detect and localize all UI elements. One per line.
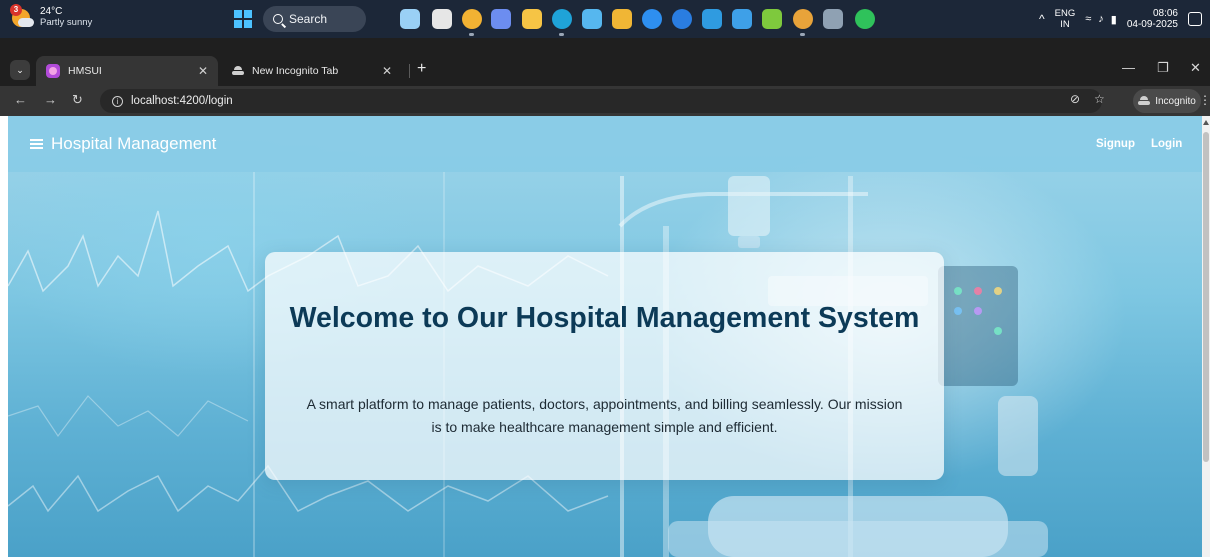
hmsui-favicon-icon [46, 64, 60, 78]
close-icon[interactable]: ✕ [198, 64, 208, 78]
hero-title: Welcome to Our Hospital Management Syste… [289, 302, 920, 334]
incognito-icon [232, 66, 244, 76]
tab-label: New Incognito Tab [252, 65, 339, 77]
app-navbar: Hospital Management Signup Login [8, 116, 1202, 172]
minimize-icon[interactable]: — [1122, 60, 1135, 75]
hamburger-menu-icon[interactable] [30, 139, 43, 149]
wifi-icon: ≈ [1085, 12, 1092, 25]
terminal-app-icon[interactable] [582, 9, 602, 29]
hero-description: A smart platform to manage patients, doc… [306, 396, 903, 435]
search-icon [273, 14, 283, 24]
running-indicator [559, 33, 564, 36]
edge-icon[interactable] [552, 9, 572, 29]
taskbar-search[interactable]: Search [263, 6, 366, 32]
weather-badge: 3 [10, 4, 22, 16]
chrome-v-icon[interactable] [793, 9, 813, 29]
weather-temperature: 24°C [40, 6, 63, 17]
language-code: ENG [1054, 8, 1076, 19]
tab-search-icon[interactable]: ⌄ [10, 60, 30, 80]
restore-icon[interactable]: ❐ [1157, 60, 1169, 76]
window-close-icon[interactable]: ✕ [1190, 60, 1201, 76]
page-viewport: Hospital Management Signup Login Welcome… [8, 116, 1202, 557]
whatsapp-icon[interactable] [855, 9, 875, 29]
brand-title[interactable]: Hospital Management [51, 134, 216, 154]
vscode-icon[interactable] [702, 9, 722, 29]
welcome-card: Welcome to Our Hospital Management Syste… [265, 252, 944, 480]
site-info-icon[interactable]: i [112, 95, 123, 107]
close-icon[interactable]: ✕ [382, 64, 392, 78]
scrollbar-thumb[interactable] [1203, 132, 1209, 462]
task-view-icon[interactable] [432, 9, 452, 29]
tab-separator [409, 64, 410, 78]
running-indicator [469, 33, 474, 36]
browser-toolbar: ← → ↻ i localhost:4200/login ⊘ ☆ Incogni… [0, 86, 1210, 116]
new-tab-button[interactable]: + [417, 60, 426, 78]
file-explorer-icon[interactable] [522, 9, 542, 29]
help-icon[interactable] [642, 9, 662, 29]
incognito-label: Incognito [1155, 95, 1196, 107]
tab-hmsui[interactable]: HMSUI ✕ [36, 56, 218, 86]
forward-icon[interactable]: → [44, 92, 57, 107]
tab-label: HMSUI [68, 65, 102, 77]
spring-tool-icon[interactable] [762, 9, 782, 29]
partly-sunny-icon: 3 [10, 4, 34, 28]
cmd-icon[interactable] [823, 9, 843, 29]
hp-icon[interactable] [672, 9, 692, 29]
system-tray: ^ ENG IN ≈ ♪ ▮ 08:06 04-09-2025 [1039, 0, 1202, 38]
running-indicator [800, 33, 805, 36]
windows-taskbar: 3 24°C Partly sunny Search ^ ENG IN ≈ ♪ … [0, 0, 1210, 38]
scroll-up-icon[interactable] [1203, 120, 1209, 125]
signup-link[interactable]: Signup [1096, 138, 1135, 150]
page-scrollbar[interactable] [1202, 116, 1210, 557]
clock-time: 08:06 [1152, 8, 1178, 19]
incognito-indicator[interactable]: Incognito [1133, 89, 1201, 113]
language-region: IN [1060, 19, 1070, 30]
login-link[interactable]: Login [1151, 138, 1182, 150]
chevron-up-icon[interactable]: ^ [1039, 12, 1045, 26]
quick-settings[interactable]: ≈ ♪ ▮ [1085, 13, 1117, 26]
store-icon[interactable] [612, 9, 632, 29]
battery-icon: ▮ [1110, 13, 1117, 26]
notepad-icon[interactable] [732, 9, 752, 29]
clock[interactable]: 08:06 04-09-2025 [1127, 8, 1178, 30]
incognito-icon [1138, 96, 1151, 106]
taskbar-search-label: Search [289, 12, 328, 26]
windows-start-icon[interactable] [234, 10, 252, 28]
weather-condition: Partly sunny [40, 17, 93, 28]
language-indicator[interactable]: ENG IN [1055, 8, 1076, 30]
url-text: localhost:4200/login [131, 95, 233, 107]
copilot-icon[interactable] [491, 9, 511, 29]
back-icon[interactable]: ← [14, 92, 27, 107]
bookmark-star-icon[interactable]: ☆ [1094, 92, 1105, 106]
tab-new-incognito[interactable]: New Incognito Tab ✕ [222, 56, 402, 86]
weather-widget[interactable]: 3 24°C Partly sunny [10, 4, 93, 28]
browser-tab-strip: ⌄ HMSUI ✕ New Incognito Tab ✕ + — ❐ ✕ [0, 38, 1210, 86]
volume-icon: ♪ [1098, 12, 1104, 25]
address-bar[interactable]: i localhost:4200/login [100, 89, 1102, 113]
menu-kebab-icon[interactable]: ⋮ [1199, 93, 1210, 107]
paint-app-icon[interactable] [400, 9, 420, 29]
eye-off-icon[interactable]: ⊘ [1070, 92, 1080, 106]
reload-icon[interactable]: ↻ [72, 92, 83, 108]
clock-date: 04-09-2025 [1126, 19, 1178, 30]
notification-icon[interactable] [1188, 12, 1202, 26]
chrome-icon[interactable] [462, 9, 482, 29]
